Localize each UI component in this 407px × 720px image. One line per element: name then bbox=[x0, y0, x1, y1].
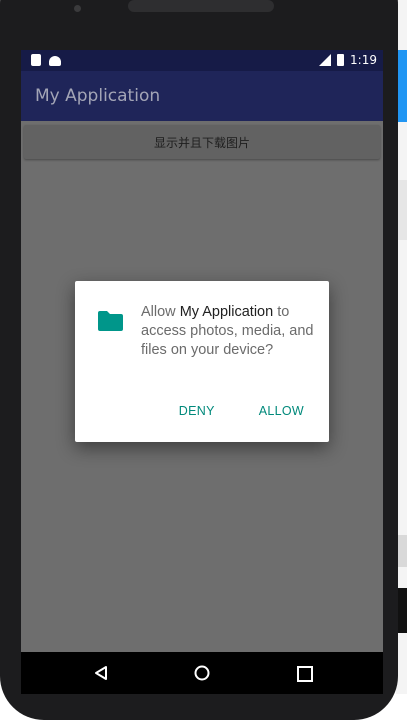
background-blue-panel bbox=[398, 50, 407, 122]
status-bar: 1:19 bbox=[21, 50, 383, 71]
navigation-bar bbox=[21, 652, 383, 694]
message-app-name: My Application bbox=[179, 304, 274, 320]
android-debug-icon bbox=[49, 56, 61, 66]
device-screen: 1:19 My Application 显示并且下载图片 Allow My Ap… bbox=[21, 50, 383, 694]
permission-dialog: Allow My Application to access photos, m… bbox=[75, 281, 329, 442]
status-time: 1:19 bbox=[350, 53, 377, 67]
deny-button[interactable]: DENY bbox=[159, 398, 239, 424]
dialog-actions: DENY ALLOW bbox=[159, 398, 329, 424]
permission-message: Allow My Application to access photos, m… bbox=[141, 303, 319, 360]
back-icon[interactable] bbox=[93, 665, 109, 681]
front-camera bbox=[74, 5, 81, 12]
earpiece-speaker bbox=[128, 0, 274, 12]
app-title: My Application bbox=[35, 86, 161, 106]
folder-icon bbox=[98, 311, 123, 331]
battery-icon bbox=[337, 54, 345, 66]
app-bar: My Application bbox=[21, 71, 383, 121]
message-prefix: Allow bbox=[141, 304, 180, 320]
recent-apps-icon[interactable] bbox=[297, 666, 313, 682]
sd-card-icon bbox=[31, 54, 41, 66]
cell-signal-icon bbox=[319, 54, 332, 66]
show-and-download-image-button[interactable]: 显示并且下载图片 bbox=[24, 125, 380, 159]
home-icon[interactable] bbox=[194, 665, 210, 681]
allow-button[interactable]: ALLOW bbox=[239, 398, 329, 424]
